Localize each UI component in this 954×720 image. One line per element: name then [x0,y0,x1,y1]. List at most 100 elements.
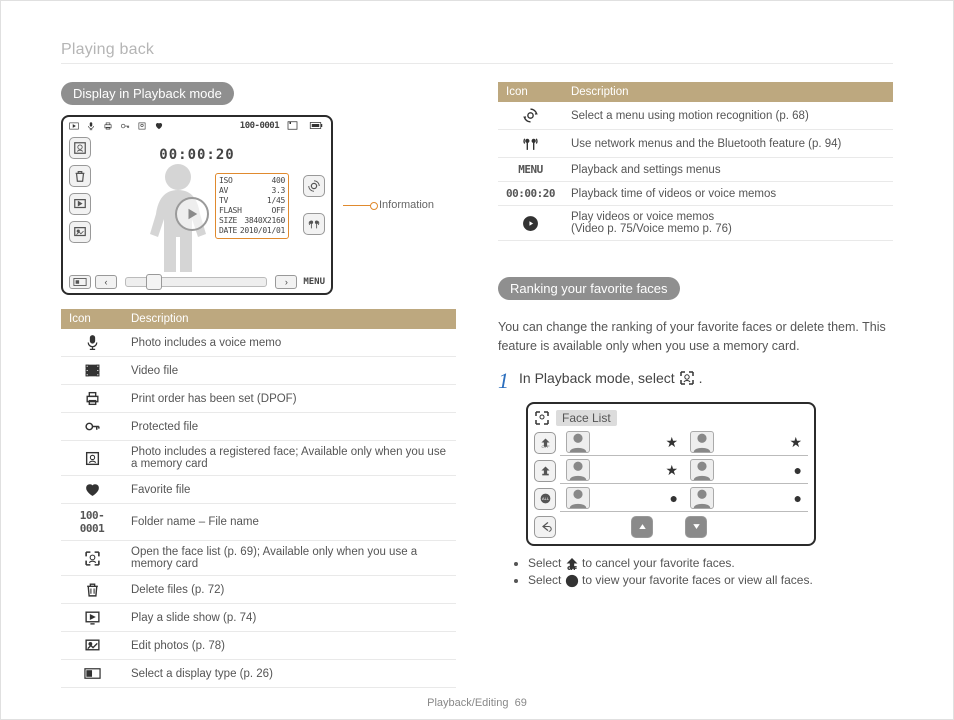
dot-icon: ● [670,490,678,506]
table-row: Photo includes a voice memo [61,329,456,357]
play-icon [185,207,199,221]
hint-bullets: Select OFF to cancel your favorite faces… [510,556,893,589]
next-button[interactable]: › [275,275,297,289]
table-row: Video file [61,357,456,385]
face-list-button[interactable] [69,137,91,159]
dot-icon: ● [794,462,802,478]
svg-text:ALL: ALL [568,579,576,584]
list-item: Select OFF to cancel your favorite faces… [528,556,893,571]
face-reg-icon [84,450,101,467]
play-button[interactable] [175,197,209,231]
scroll-down-button[interactable] [685,516,707,538]
folder-file-label: 100-0001 [240,121,279,131]
table-row: Print order has been set (DPOF) [61,385,456,413]
film-icon [84,362,101,379]
face-slot[interactable]: ★ [684,430,808,456]
table-row: Use network menus and the Bluetooth feat… [498,130,893,158]
key-icon [120,121,130,131]
face-list-icon [534,410,550,426]
slideshow-button[interactable] [69,193,91,215]
left-column: Display in Playback mode 100- [61,82,456,688]
avatar [690,487,714,509]
table-row: Play videos or voice memos (Video p. 75/… [498,206,893,241]
sd-card-icon [287,121,301,130]
face-list-icon [679,370,695,386]
face-row: ALL ● ● [534,486,808,512]
callout-label: Information [379,199,434,211]
list-item: Select ALL to view your favorite faces o… [528,573,893,588]
mic-icon [84,334,101,351]
right-column: Icon Description Select a menu using mot… [498,82,893,688]
avatar [566,431,590,453]
step-text: In Playback mode, select . [519,370,703,386]
edit-photo-icon [84,637,101,654]
step-number: 1 [498,370,509,392]
avatar [566,459,590,481]
star-icon: ★ [789,434,802,451]
face-reg-icon [137,121,147,131]
manual-page: Playing back Display in Playback mode [0,0,954,720]
table-row: Photo includes a registered face; Availa… [61,441,456,476]
edit-photo-button[interactable] [69,221,91,243]
top-left-icons [69,121,166,132]
heading-ranking-faces: Ranking your favorite faces [498,277,680,300]
dot-icon: ● [794,490,802,506]
all-faces-icon: ALL [565,574,579,588]
face-slot[interactable]: ★ [560,458,684,484]
lcd-top-bar: 100-0001 [69,121,325,132]
display-type-button[interactable] [69,275,91,289]
scrub-slider[interactable] [125,277,267,287]
info-callout: Information [343,199,434,211]
face-row: ★ ● [534,458,808,484]
display-type-icon [84,665,101,682]
icon-table-right: Icon Description Select a menu using mot… [498,82,893,241]
fav-cancel-button[interactable]: OFF [534,432,556,454]
home-off-icon: OFF [565,556,579,570]
time-mono: 00:00:20 [506,187,555,200]
display-type-icon [73,277,87,287]
svg-text:OFF: OFF [567,566,576,570]
divider [61,63,893,64]
face-list-panel: Face List OFF ★ ★ ★ ● ALL ● [526,402,816,546]
info-box: ISO400 AV3.3 TV1/45 FLASHOFF SIZE3840X21… [215,173,289,239]
callout-leader [343,205,375,206]
delete-button[interactable] [69,165,91,187]
motion-button[interactable] [303,175,325,197]
playback-time: 00:00:20 [159,147,234,163]
svg-text:ALL: ALL [541,496,549,501]
motion-icon [522,107,539,124]
scrub-thumb[interactable] [146,274,162,290]
icon-table-left: Icon Description Photo includes a voice … [61,309,456,688]
two-column-layout: Display in Playback mode 100- [61,82,893,688]
table-row: Select a display type (p. 26) [61,660,456,688]
trash-icon [84,581,101,598]
prev-button[interactable]: ‹ [95,275,117,289]
menu-button[interactable]: MENU [303,277,325,287]
printer-icon [84,390,101,407]
slideshow-icon [84,609,101,626]
playback-screen: 100-0001 00:00:20 [61,115,333,295]
face-slot[interactable]: ● [684,486,808,512]
fav-all-button[interactable]: ALL [534,488,556,510]
table-row: Open the face list (p. 69); Available on… [61,541,456,576]
back-button[interactable] [534,516,556,538]
col-icon: Icon [61,309,123,329]
breadcrumb: Playing back [61,41,893,59]
printer-icon [103,121,113,131]
avatar [690,431,714,453]
star-icon: ★ [665,434,678,451]
table-row: Delete files (p. 72) [61,576,456,604]
scroll-up-button[interactable] [631,516,653,538]
star-icon: ★ [665,462,678,479]
top-right-status: 100-0001 [240,121,325,132]
key-icon [84,418,101,435]
heart-icon [154,121,164,131]
playback-mode-icon [69,121,79,131]
fav-rank-button[interactable] [534,460,556,482]
table-row: 00:00:20Playback time of videos or voice… [498,182,893,206]
network-button[interactable] [303,213,325,235]
face-slot[interactable]: ★ [560,430,684,456]
face-slot[interactable]: ● [560,486,684,512]
face-slot[interactable]: ● [684,458,808,484]
table-row: Edit photos (p. 78) [61,632,456,660]
